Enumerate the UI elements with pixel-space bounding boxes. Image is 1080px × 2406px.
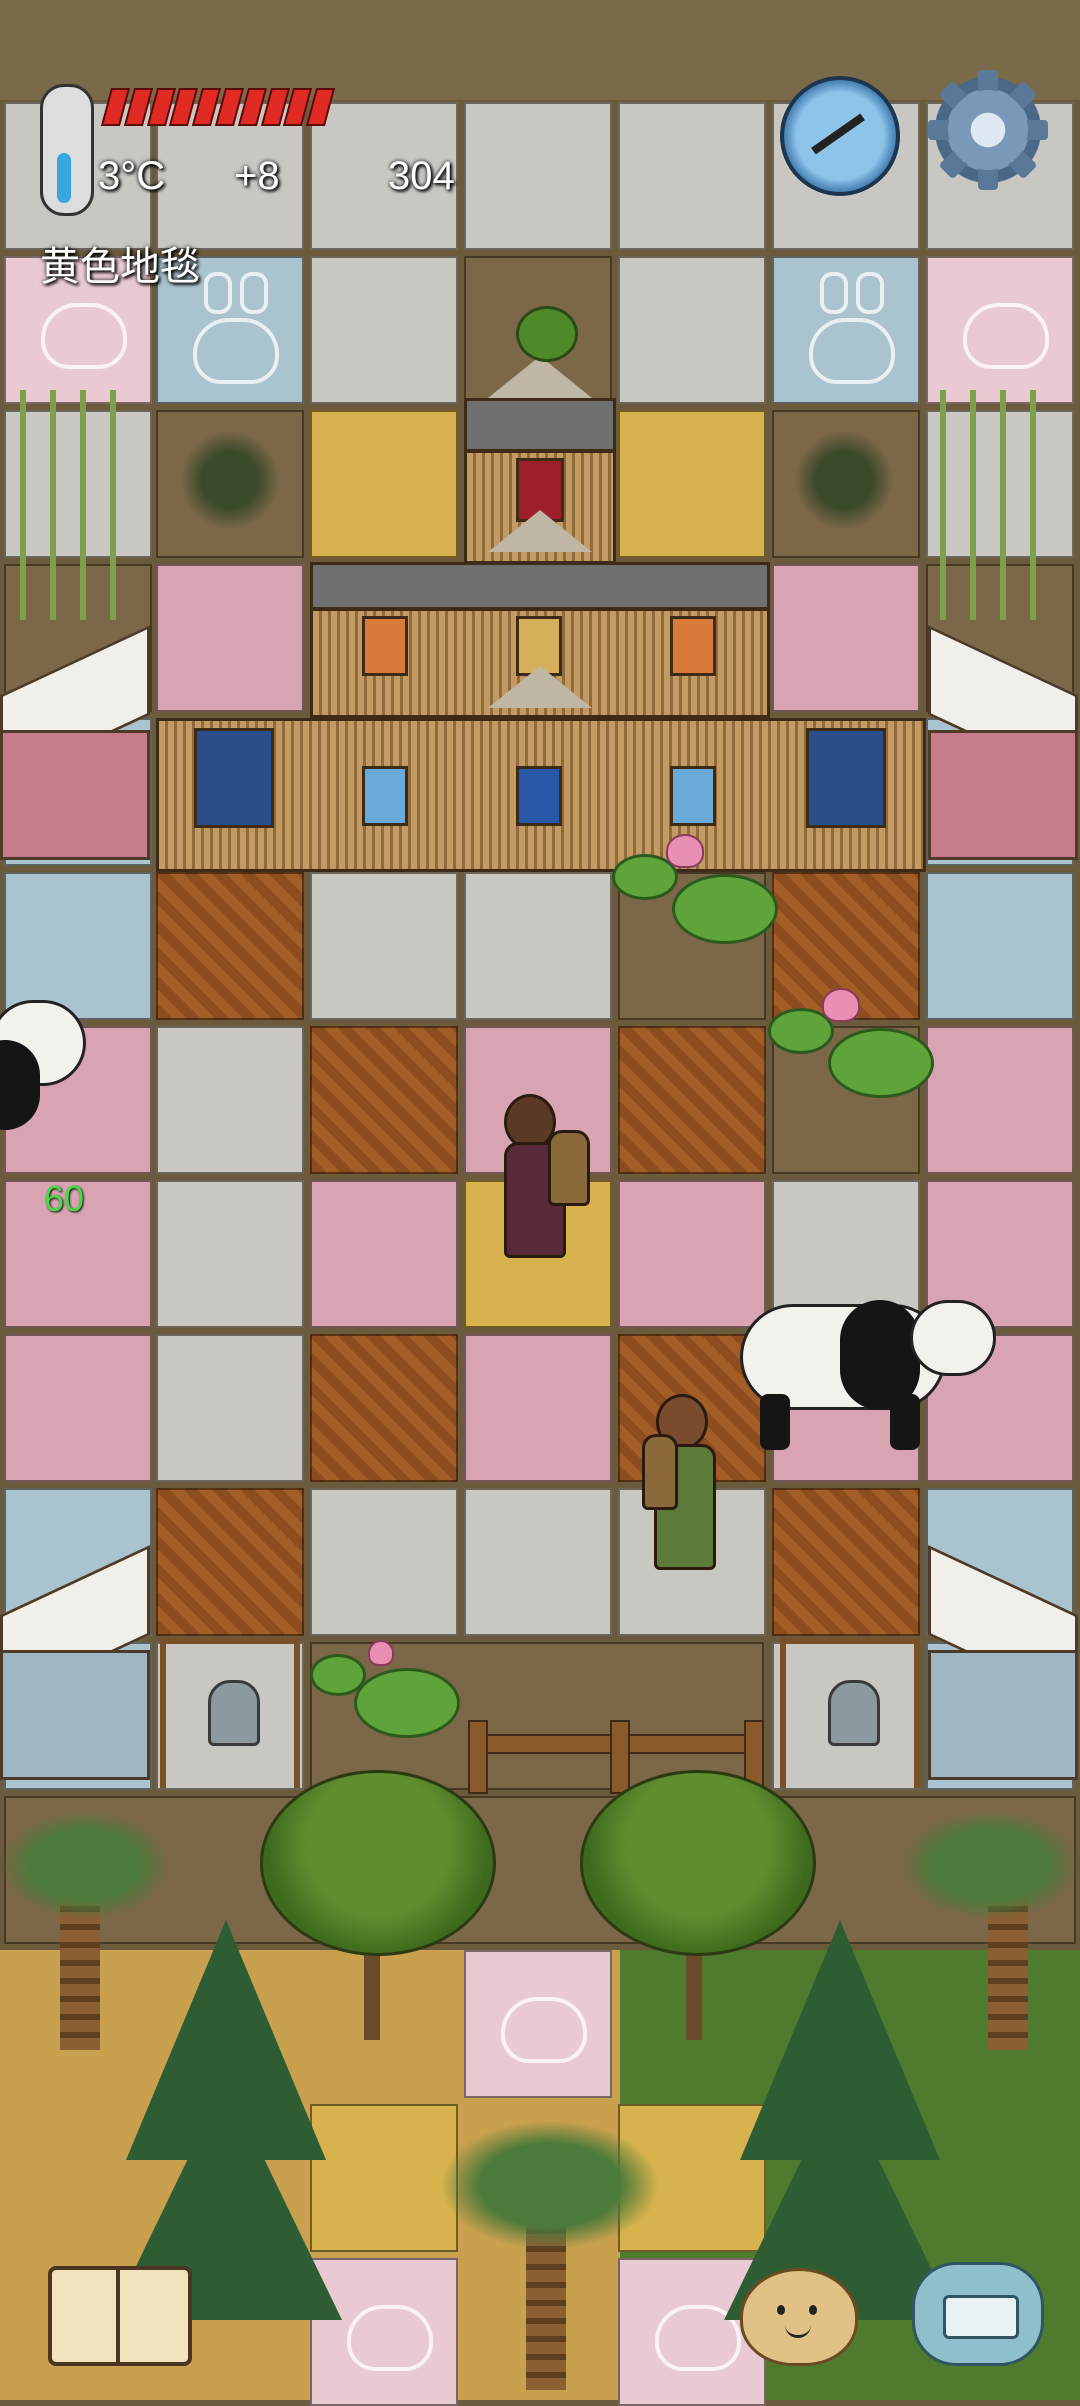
parquet-floor-tile [618, 1026, 766, 1174]
floor-tile [464, 872, 612, 1020]
rose-bush [180, 430, 280, 530]
floor-tile [156, 1180, 304, 1328]
roof [464, 398, 616, 452]
player-character[interactable] [490, 1090, 590, 1270]
health-bar [100, 88, 336, 126]
roof-peak [488, 510, 592, 552]
window [194, 728, 274, 828]
window [806, 728, 886, 828]
yellow-carpet-tile [618, 410, 766, 558]
window [516, 766, 562, 826]
window [362, 616, 408, 676]
wooden-fence [610, 1720, 630, 1794]
palm-leaves [440, 2120, 660, 2250]
bunny-rug-tile [772, 256, 920, 404]
window [362, 766, 408, 826]
pink-carpet-tile [4, 1334, 152, 1482]
villager-character[interactable] [636, 1394, 736, 1604]
floor-tile [310, 1488, 458, 1636]
pink-carpet-tile [772, 564, 920, 712]
bamboo-plant [10, 390, 120, 620]
snowy-pillar [928, 1545, 1078, 1840]
roof [310, 562, 770, 610]
topiary-shrub [516, 306, 578, 362]
floor-tile [156, 1026, 304, 1174]
yellow-carpet-tile [310, 410, 458, 558]
floor-tile [618, 102, 766, 250]
ground-tile [0, 0, 1080, 100]
bamboo-plant [930, 390, 1040, 620]
pink-carpet-tile [310, 1180, 458, 1328]
bear-rug-tile [464, 1950, 612, 2098]
parquet-floor-tile [310, 1026, 458, 1174]
lotus-plant[interactable] [612, 830, 778, 960]
parquet-floor-tile [310, 1334, 458, 1482]
thermometer-icon [40, 84, 94, 216]
lotus-plant[interactable] [310, 1640, 470, 1740]
book-icon[interactable] [48, 2266, 192, 2366]
keyboard-icon[interactable] [912, 2262, 1044, 2366]
snowy-pillar [928, 625, 1078, 920]
bell[interactable] [208, 1680, 260, 1746]
parquet-floor-tile [772, 1488, 920, 1636]
game-world[interactable] [0, 0, 1080, 2406]
rose-bush [794, 430, 894, 530]
temperature-readout: 3°C [98, 154, 166, 198]
window [670, 766, 716, 826]
bear-rug-tile [926, 256, 1074, 404]
gear-icon[interactable] [928, 70, 1048, 190]
floor-tile [310, 256, 458, 404]
panda[interactable] [740, 1300, 996, 1460]
pink-carpet-tile [926, 1026, 1074, 1174]
palm-leaves [900, 1810, 1080, 1920]
fps-counter: 60 [44, 1178, 85, 1219]
floor-tile [310, 872, 458, 1020]
window [670, 616, 716, 676]
palm-leaves [0, 1810, 170, 1920]
floor-tile [156, 1334, 304, 1482]
compass-icon[interactable] [780, 76, 900, 196]
snowy-pillar [0, 1545, 150, 1840]
roof-peak [488, 356, 592, 398]
pink-carpet-tile [156, 564, 304, 712]
snowy-pillar [0, 625, 150, 920]
wooden-fence [468, 1720, 488, 1794]
pink-carpet-tile [464, 1334, 612, 1482]
parquet-floor-tile [156, 1488, 304, 1636]
potato-face-icon[interactable] [740, 2268, 858, 2366]
temperature-delta: +8 [234, 154, 280, 198]
bell[interactable] [828, 1680, 880, 1746]
roof-peak [488, 666, 592, 708]
floor-tile [464, 1488, 612, 1636]
floor-tile [464, 102, 612, 250]
parquet-floor-tile [156, 872, 304, 1020]
lotus-plant[interactable] [768, 984, 934, 1114]
panda[interactable] [0, 990, 100, 1130]
held-item-label: 黄色地毯 [40, 245, 200, 289]
score-readout: 304 [388, 154, 455, 198]
floor-tile [618, 256, 766, 404]
